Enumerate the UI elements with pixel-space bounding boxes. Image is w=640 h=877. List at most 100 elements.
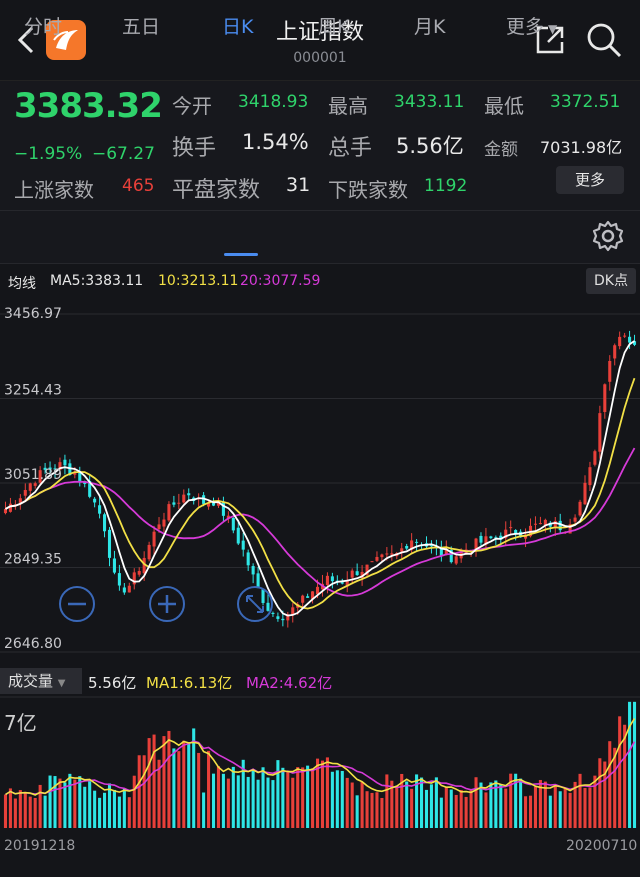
candle-body [137, 570, 141, 575]
volume-bar [276, 760, 280, 828]
volume-bar [236, 775, 240, 828]
total-hand-label: 总手 [328, 136, 373, 161]
amount-label: 金额 [484, 140, 518, 160]
volume-bar [484, 792, 488, 828]
change-absolute: −67.27 [92, 144, 155, 164]
volume-bar [296, 767, 300, 828]
volume-bar [78, 776, 82, 828]
tab-daily-k[interactable]: 日K [222, 12, 253, 39]
volume-bar [528, 795, 533, 828]
candle-body [23, 490, 27, 496]
volume-bar [88, 781, 92, 828]
more-quote-button[interactable]: 更多 [556, 166, 624, 194]
y-tick-label: 2849.35 [4, 551, 62, 567]
candle-body [172, 502, 176, 505]
volume-bar [281, 767, 285, 828]
volume-bar [519, 778, 523, 828]
end-date: 20200710 [566, 838, 638, 854]
volume-bar [598, 758, 602, 828]
tab-weekly-k[interactable]: 周K [318, 12, 349, 39]
volume-bar [142, 755, 146, 828]
candle-body [405, 545, 409, 549]
candle-body [182, 494, 186, 503]
volume-ma2: MA2:4.62亿 [246, 674, 333, 692]
tab-five-day[interactable]: 五日 [122, 12, 160, 39]
candle-body [157, 524, 161, 530]
down-count-value: 1192 [424, 176, 468, 196]
candle-body [306, 596, 310, 598]
volume-bar [420, 777, 424, 828]
candle-body [256, 573, 260, 589]
candle-body [187, 493, 191, 496]
volume-bar [187, 743, 191, 828]
candle-body [281, 618, 285, 621]
volume-bar [8, 788, 12, 828]
volume-bar [23, 791, 27, 828]
volume-axis-max: 7亿 [4, 711, 37, 735]
volume-bar [226, 778, 230, 828]
volume-bar [524, 796, 528, 828]
volume-bar [73, 779, 77, 828]
volume-bar [221, 773, 225, 828]
candle-body [588, 467, 592, 486]
candle-body [583, 482, 587, 505]
flat-count-label: 平盘家数 [172, 178, 261, 203]
volume-bar [256, 779, 260, 828]
volume-bar [147, 738, 151, 828]
candle-body [103, 514, 107, 532]
volume-bar [197, 752, 201, 828]
volume-bar [335, 770, 339, 828]
chevron-down-icon: ▼ [57, 678, 66, 689]
turnover-label: 换手 [172, 136, 217, 161]
candle-body [618, 336, 622, 347]
volume-bar [608, 741, 612, 828]
volume-bar [578, 773, 582, 828]
gear-icon[interactable] [590, 218, 626, 254]
volume-bar [63, 782, 67, 828]
ma-label: 均线 [8, 276, 36, 292]
volume-bar [251, 770, 255, 828]
tab-more[interactable]: 更多 ▼ [506, 12, 557, 39]
volume-bar [320, 760, 325, 828]
candle-body [93, 498, 97, 503]
volume-bar [499, 784, 503, 828]
candle-body [246, 552, 250, 566]
volume-bar [38, 784, 42, 828]
candlestick-chart[interactable]: 3456.97 3254.43 3051.89 2849.35 2646.80 [0, 296, 640, 664]
volume-bar [182, 740, 186, 828]
candle-body [315, 586, 320, 595]
candle-body [375, 556, 379, 561]
volume-bar [306, 765, 310, 828]
volume-bar [628, 701, 632, 828]
candle-body [623, 335, 627, 337]
volume-bar [266, 777, 270, 828]
volume-bar [127, 797, 131, 828]
volume-bar [152, 734, 156, 828]
volume-bar [533, 786, 537, 828]
volume-bar [553, 784, 557, 828]
volume-bar [370, 792, 374, 828]
candle-body [479, 535, 483, 543]
tab-intraday[interactable]: 分时 [24, 12, 62, 39]
volume-bar [568, 792, 572, 828]
candle-body [251, 566, 255, 575]
chevron-down-icon: ▼ [548, 22, 558, 36]
active-tab-indicator [224, 253, 258, 256]
candle-body [63, 459, 67, 466]
candle-body [261, 589, 265, 603]
y-tick-label: 2646.80 [4, 636, 62, 652]
candle-body [231, 518, 235, 531]
search-icon[interactable] [584, 20, 624, 60]
volume-bar [588, 787, 592, 828]
tab-monthly-k[interactable]: 月K [414, 12, 445, 39]
volume-bar [43, 795, 47, 828]
volume-bar [548, 795, 552, 828]
candle-body [340, 582, 344, 584]
candle-body [241, 540, 245, 550]
zoom-in-button[interactable] [149, 586, 185, 622]
indicator-selector[interactable]: 成交量 ▼ [0, 668, 82, 694]
high-label: 最高 [328, 94, 368, 118]
dk-point-button[interactable]: DK点 [586, 268, 636, 294]
zoom-out-button[interactable] [59, 586, 95, 622]
candle-body [152, 531, 156, 547]
